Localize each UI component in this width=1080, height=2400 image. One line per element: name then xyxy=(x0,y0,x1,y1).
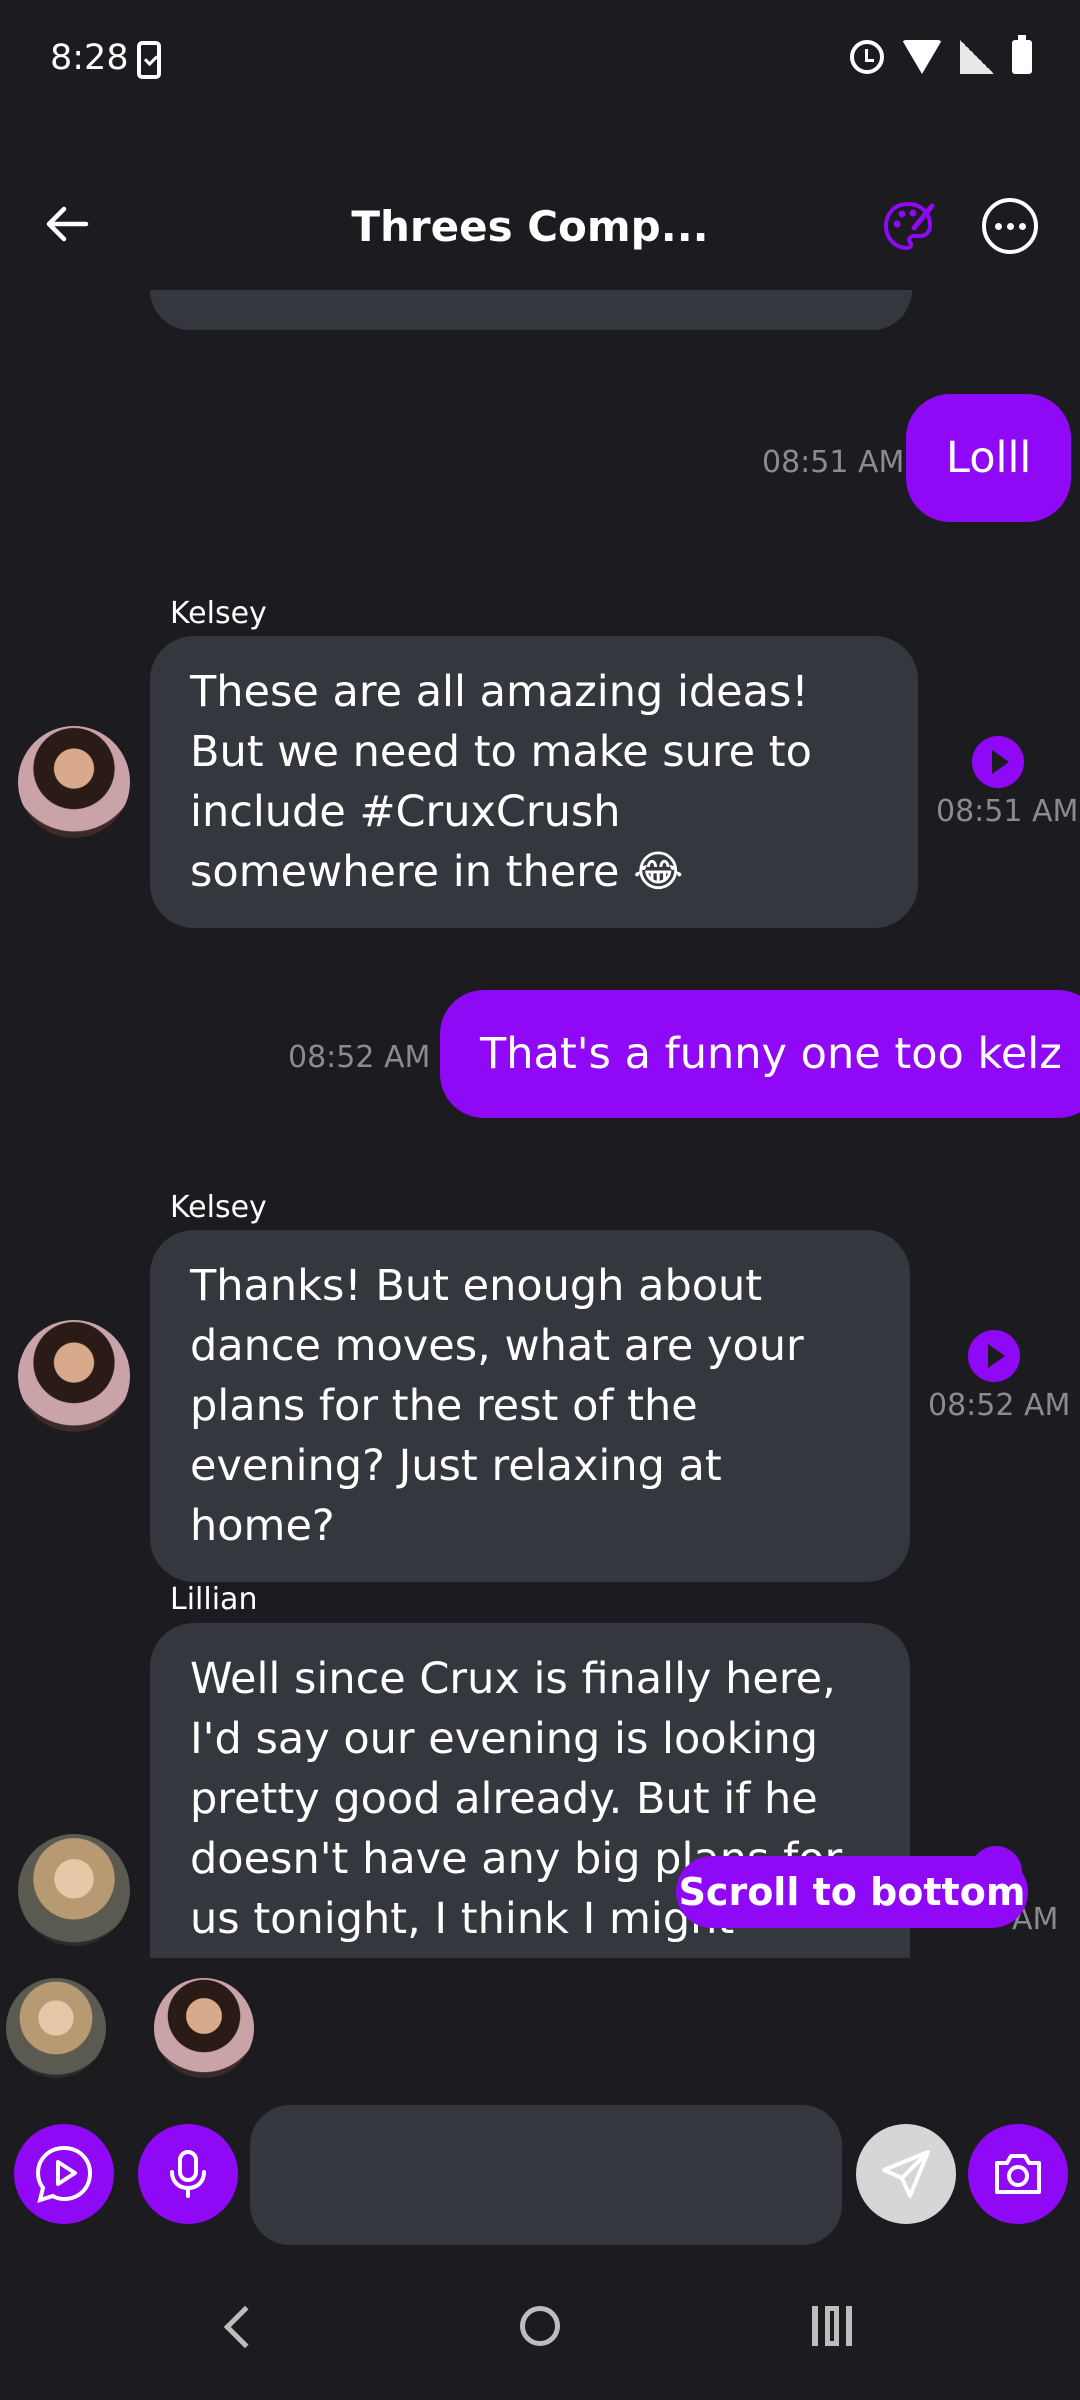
nav-home-icon[interactable] xyxy=(520,2306,560,2346)
message-composer xyxy=(0,2100,1080,2260)
camera-icon xyxy=(995,2154,1041,2194)
message-time: 08:51 AM xyxy=(762,445,905,480)
message-input[interactable] xyxy=(250,2105,842,2245)
message-list[interactable]: 08:51 AM Lolll Kelsey These are all amaz… xyxy=(0,290,1080,1958)
video-message-button[interactable] xyxy=(14,2124,114,2224)
sender-name: Lillian xyxy=(170,1582,258,1617)
kelsey-avatar[interactable] xyxy=(18,1320,130,1432)
outgoing-message-bubble[interactable]: Lolll xyxy=(906,394,1072,522)
chat-screen: 8:28 Threes Comp... 08:51 AM Lolll Kelse… xyxy=(0,0,1080,2400)
recents-bar xyxy=(825,2306,839,2346)
back-button[interactable] xyxy=(38,194,98,254)
camera-button[interactable] xyxy=(968,2124,1068,2224)
more-dot xyxy=(1018,222,1026,230)
chat-title: Threes Comp... xyxy=(351,202,709,251)
alarm-icon xyxy=(850,40,884,74)
sender-name: Kelsey xyxy=(170,596,267,631)
nav-recents-icon[interactable] xyxy=(812,2306,854,2346)
send-icon xyxy=(882,2150,930,2198)
phone-check-icon xyxy=(137,41,161,79)
theme-palette-button[interactable] xyxy=(880,198,936,254)
signal-icon xyxy=(960,40,994,74)
arrow-left-icon xyxy=(46,206,89,242)
sender-name: Kelsey xyxy=(170,1190,267,1225)
battery-icon xyxy=(1012,35,1032,74)
microphone-icon xyxy=(170,2150,206,2198)
system-navigation-bar xyxy=(0,2270,1080,2400)
lillian-avatar[interactable] xyxy=(18,1834,130,1946)
lillian-participant-avatar[interactable] xyxy=(6,1978,106,2078)
outgoing-message-bubble[interactable]: That's a funny one too kelz xyxy=(440,990,1080,1118)
incoming-message-bubble[interactable]: Thanks! But enough about dance moves, wh… xyxy=(150,1230,910,1582)
status-bar: 8:28 xyxy=(0,0,1080,124)
kelsey-participant-avatar[interactable] xyxy=(154,1978,254,2078)
recents-bar xyxy=(812,2306,818,2346)
more-dot xyxy=(1006,222,1014,230)
nav-back-icon[interactable] xyxy=(223,2305,267,2349)
message-time: 08:52 AM xyxy=(928,1388,1071,1423)
play-chat-icon xyxy=(35,2145,93,2203)
play-audio-icon[interactable] xyxy=(968,1330,1020,1382)
more-options-button[interactable] xyxy=(982,198,1038,254)
message-time: 08:52 AM xyxy=(288,1040,431,1075)
recents-bar xyxy=(846,2306,852,2346)
status-time: 8:28 xyxy=(50,38,129,78)
play-audio-icon[interactable] xyxy=(972,736,1024,788)
kelsey-avatar[interactable] xyxy=(18,726,130,838)
participants-row xyxy=(0,1968,1080,2088)
voice-record-button[interactable] xyxy=(138,2124,238,2224)
wifi-icon xyxy=(902,40,942,74)
more-dot xyxy=(994,222,1002,230)
scroll-to-bottom-button[interactable]: Scroll to bottom xyxy=(676,1856,1028,1928)
incoming-message-bubble[interactable]: These are all amazing ideas! But we need… xyxy=(150,636,918,928)
palette-icon xyxy=(883,201,935,251)
status-icons xyxy=(850,35,1032,74)
send-button[interactable] xyxy=(856,2124,956,2224)
previous-message-bubble xyxy=(150,290,912,330)
message-time: 08:51 AM xyxy=(936,794,1079,829)
